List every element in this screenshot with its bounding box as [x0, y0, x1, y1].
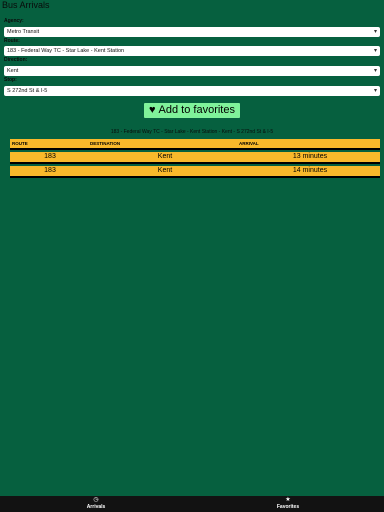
nav-favorites-label: Favorites — [276, 504, 300, 510]
page-title: Bus Arrivals — [2, 0, 50, 10]
arrival-cell: 13 minutes — [292, 153, 328, 160]
stop-select[interactable]: S 272nd St & I-5 ▾ — [4, 86, 380, 96]
agency-select[interactable]: Metro Transit ▾ — [4, 27, 380, 37]
stop-select-value: S 272nd St & I-5 — [7, 88, 48, 94]
bottom-navigation: ◷ Arrivals ★ Favorites — [0, 496, 384, 512]
route-select-value: 183 - Federal Way TC - Star Lake - Kent … — [7, 48, 125, 54]
route-select[interactable]: 183 - Federal Way TC - Star Lake - Kent … — [4, 46, 380, 56]
agency-label: Agency: — [4, 18, 24, 24]
table-row[interactable]: 183 Kent 13 minutes — [10, 152, 380, 164]
column-header-route: ROUTE — [12, 141, 28, 146]
add-to-favorites-label: Add to favorites — [158, 104, 235, 116]
direction-label: Direction: — [4, 57, 28, 63]
column-header-arrival: ARRIVAL — [239, 141, 259, 146]
arrival-cell: 14 minutes — [292, 167, 328, 174]
add-to-favorites-button[interactable]: ♥ Add to favorites — [144, 103, 240, 118]
heart-icon: ♥ — [149, 104, 156, 116]
star-icon: ★ — [285, 497, 291, 503]
table-row[interactable]: 183 Kent 14 minutes — [10, 166, 380, 178]
chevron-down-icon: ▾ — [373, 88, 377, 94]
destination-cell: Kent — [157, 153, 173, 160]
chevron-down-icon: ▾ — [373, 48, 377, 54]
direction-select[interactable]: Kent ▾ — [4, 66, 380, 76]
route-cell: 183 — [44, 153, 56, 160]
direction-select-value: Kent — [7, 68, 19, 74]
nav-arrivals[interactable]: ◷ Arrivals — [66, 497, 126, 511]
nav-favorites[interactable]: ★ Favorites — [258, 497, 318, 511]
chevron-down-icon: ▾ — [373, 29, 377, 35]
agency-select-value: Metro Transit — [7, 29, 40, 35]
results-subtitle: 183 - Federal Way TC - Star Lake - Kent … — [110, 129, 274, 135]
route-label: Route: — [4, 38, 20, 44]
route-cell: 183 — [44, 167, 56, 174]
clock-icon: ◷ — [93, 497, 99, 503]
column-header-destination: DESTINATION — [90, 141, 121, 146]
arrivals-table: ROUTE DESTINATION ARRIVAL 183 Kent 13 mi… — [10, 139, 380, 178]
stop-label: Stop: — [4, 77, 17, 83]
nav-arrivals-label: Arrivals — [86, 504, 106, 510]
chevron-down-icon: ▾ — [373, 68, 377, 74]
destination-cell: Kent — [157, 167, 173, 174]
table-header: ROUTE DESTINATION ARRIVAL — [10, 139, 380, 150]
